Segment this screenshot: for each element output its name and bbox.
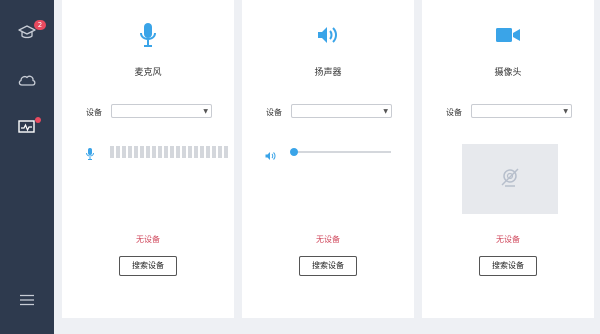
search-device-button[interactable]: 搜索设备 [119,256,177,276]
level-segment [218,146,222,158]
notification-badge: 2 [34,20,46,30]
level-segment [182,146,186,158]
chevron-down-icon: ▼ [383,108,388,115]
microphone-icon [62,20,234,50]
level-segment [194,146,198,158]
small-microphone-icon [86,145,94,164]
hamburger-menu-icon [19,294,35,306]
no-device-status: 无设备 [136,235,160,244]
sidebar-item-course[interactable]: 2 [0,12,54,52]
device-label: 设备 [86,108,102,117]
camera-off-icon [499,166,521,192]
level-segment [110,146,114,158]
device-label: 设备 [266,108,282,117]
volume-slider-track[interactable] [293,151,391,153]
no-device-status: 无设备 [496,235,520,244]
level-segment [116,146,120,158]
video-camera-icon [422,20,594,50]
notification-dot [35,117,41,123]
level-segment [188,146,192,158]
speaker-icon [242,20,414,50]
microphone-device-select[interactable]: ▼ [111,104,212,118]
level-segment [212,146,216,158]
level-segment [122,146,126,158]
level-segment [206,146,210,158]
level-segment [128,146,132,158]
sidebar-item-device-check[interactable] [0,107,54,147]
small-speaker-icon [265,146,277,165]
speaker-device-select[interactable]: ▼ [291,104,392,118]
camera-preview [462,144,558,214]
level-segment [134,146,138,158]
level-segment [164,146,168,158]
card-title: 扬声器 [314,68,342,78]
level-segment [140,146,144,158]
sidebar-item-cloud[interactable] [0,60,54,100]
level-segment [200,146,204,158]
cloud-icon [17,72,37,88]
search-device-button[interactable]: 搜索设备 [479,256,537,276]
sidebar: 2 [0,0,54,334]
card-title: 摄像头 [494,68,522,78]
device-label: 设备 [446,108,462,117]
chevron-down-icon: ▼ [563,108,568,115]
speaker-card: 扬声器 设备 ▼ 无设备 搜索设备 [242,0,414,318]
microphone-level-meter [110,146,228,158]
monitor-pulse-icon [17,118,37,136]
level-segment [170,146,174,158]
level-segment [158,146,162,158]
level-segment [224,146,228,158]
level-segment [176,146,180,158]
level-segment [152,146,156,158]
volume-slider-handle[interactable] [290,148,298,156]
chevron-down-icon: ▼ [203,108,208,115]
level-segment [146,146,150,158]
card-title: 麦克风 [134,68,162,78]
search-device-button[interactable]: 搜索设备 [299,256,357,276]
no-device-status: 无设备 [316,235,340,244]
menu-button[interactable] [0,280,54,320]
camera-device-select[interactable]: ▼ [471,104,572,118]
camera-card: 摄像头 设备 ▼ 无设备 搜索设备 [422,0,594,318]
microphone-card: 麦克风 设备 ▼ 无设备 搜索设备 [62,0,234,318]
